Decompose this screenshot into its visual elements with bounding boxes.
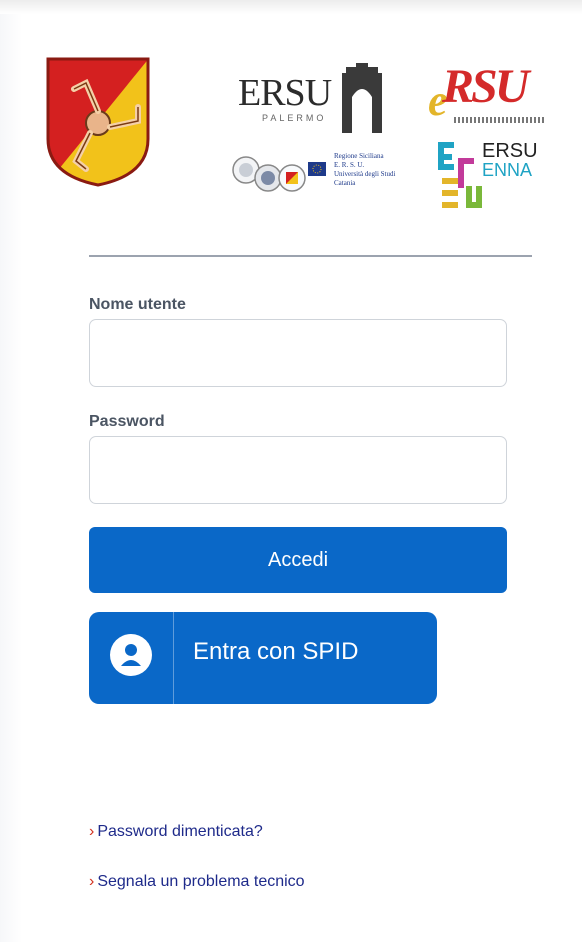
- ersu-enna-line2: ENNA: [482, 160, 533, 180]
- catania-line-2: E. R. S. U.: [334, 161, 365, 169]
- ersu-palermo-sub: PALERMO: [262, 113, 327, 123]
- password-label: Password: [89, 413, 165, 430]
- catania-line-1: Regione Siciliana: [334, 152, 384, 160]
- forgot-password-label: Password dimenticata?: [97, 823, 263, 840]
- catania-line-4: Catania: [334, 179, 356, 187]
- catania-seals-logo: [232, 148, 328, 196]
- user-icon: [110, 634, 152, 676]
- arch-icon: [342, 63, 382, 133]
- password-input[interactable]: [89, 436, 507, 504]
- ersu-palermo-logo: ERSU PALERMO: [236, 63, 384, 135]
- catania-line-3: Università degli Studi: [334, 170, 396, 178]
- forgot-password-link[interactable]: › Password dimenticata?: [89, 823, 263, 841]
- ersu-messina-tagline: [454, 117, 544, 123]
- spid-icon-area: [89, 612, 174, 704]
- side-background: [0, 14, 22, 942]
- top-bar: [0, 0, 582, 14]
- ersu-messina-logo: e RSU: [426, 57, 548, 129]
- regione-sicilia-logo: [46, 57, 150, 187]
- spid-login-button[interactable]: Entra con SPID: [89, 612, 437, 704]
- ersu-messina-text: RSU: [442, 60, 529, 113]
- spid-button-label: Entra con SPID: [193, 638, 359, 665]
- ersu-palermo-text: ERSU: [238, 72, 332, 114]
- report-problem-link[interactable]: › Segnala un problema tecnico: [89, 873, 305, 891]
- username-input[interactable]: [89, 319, 507, 387]
- username-label: Nome utente: [89, 296, 186, 313]
- chevron-right-icon: ›: [89, 823, 95, 840]
- report-problem-label: Segnala un problema tecnico: [97, 873, 305, 890]
- catania-text: Regione Siciliana E. R. S. U. Università…: [334, 152, 424, 198]
- ersu-enna-logo: ERSU ENNA: [436, 138, 548, 210]
- login-button[interactable]: Accedi: [89, 527, 507, 593]
- header-divider: [89, 255, 532, 257]
- chevron-right-icon: ›: [89, 873, 95, 890]
